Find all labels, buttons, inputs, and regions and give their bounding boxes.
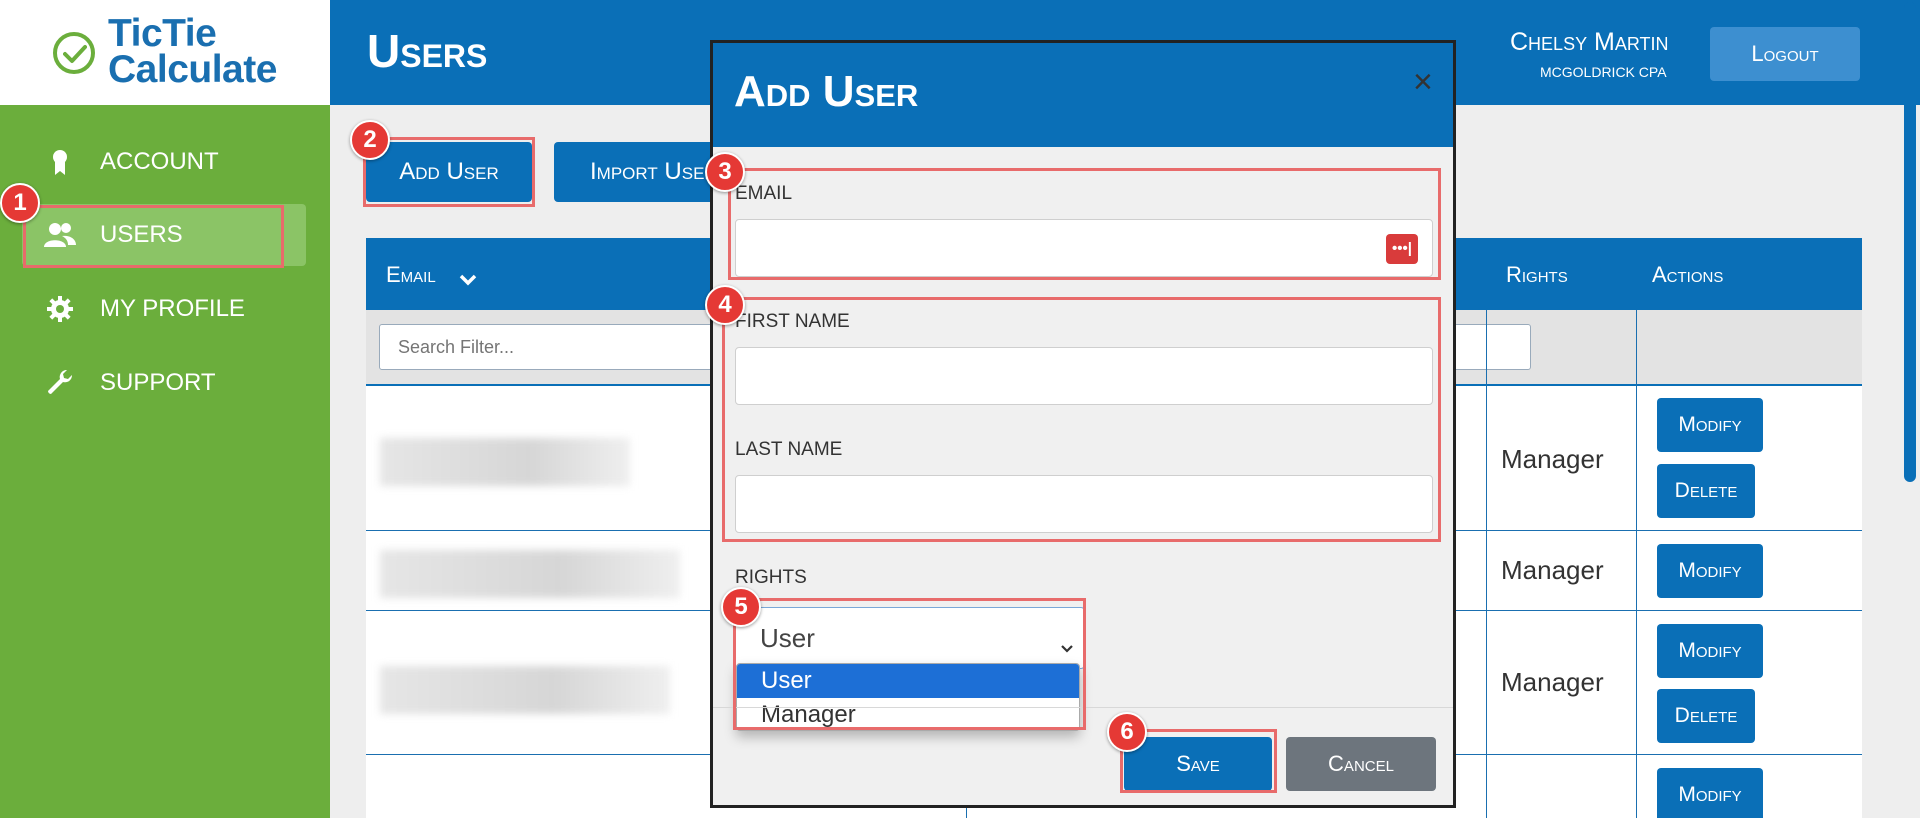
divider (713, 707, 1453, 708)
rights-cell: Manager (1501, 667, 1604, 697)
email-cell-redacted (380, 438, 630, 486)
rights-cell: Manager (1501, 555, 1604, 585)
divider (1636, 310, 1637, 818)
email-cell-redacted (380, 550, 680, 598)
email-label: EMAIL (735, 183, 793, 204)
close-icon[interactable]: × (1413, 63, 1433, 102)
chevron-down-icon (1060, 630, 1074, 661)
column-header-actions: Actions (1652, 262, 1724, 287)
ribbon-icon (44, 148, 76, 176)
user-name: Chelsy Martin (1510, 28, 1669, 56)
sidebar-item-label: USERS (100, 221, 183, 248)
logout-button[interactable]: Logout (1710, 27, 1860, 81)
rights-select[interactable]: User (735, 607, 1085, 669)
user-org: McGoldrick CPA (1540, 64, 1667, 80)
sidebar-item-label: MY PROFILE (100, 295, 245, 322)
rights-option-user[interactable]: User (737, 664, 1079, 698)
step-badge: 1 (0, 183, 40, 223)
sidebar-item-label: SUPPORT (100, 369, 216, 396)
last-name-label: LAST NAME (735, 439, 843, 460)
step-badge: 6 (1107, 712, 1147, 752)
step-badge: 5 (721, 587, 761, 627)
page-title: Users (367, 25, 488, 77)
sidebar-item-label: ACCOUNT (100, 148, 219, 175)
step-badge: 2 (350, 120, 390, 160)
password-manager-icon[interactable]: •••| (1386, 234, 1418, 264)
logo-text: TicTie Calculate (108, 12, 277, 91)
add-user-modal: Add User × EMAIL •••| FIRST NAME LAST NA… (710, 40, 1456, 808)
rights-dropdown: User Manager (736, 663, 1080, 731)
column-header-email[interactable]: Email (386, 262, 436, 288)
logo-line1: TicTie (108, 12, 217, 55)
sidebar-item-support[interactable]: SUPPORT (22, 352, 306, 414)
cancel-button[interactable]: Cancel (1286, 737, 1436, 791)
rights-label: RIGHTS (735, 567, 807, 588)
logo-line2: Calculate (108, 48, 277, 91)
save-button[interactable]: Save (1124, 737, 1272, 791)
rights-option-manager[interactable]: Manager (737, 698, 1079, 730)
modify-button[interactable]: Modify (1657, 624, 1763, 678)
column-header-label: Email (386, 262, 436, 287)
sidebar: TicTie Calculate ACCOUNT USERS MY PROFIL… (0, 0, 330, 818)
sidebar-item-users[interactable]: USERS (22, 204, 306, 266)
sidebar-item-my-profile[interactable]: MY PROFILE (22, 278, 306, 340)
first-name-label: FIRST NAME (735, 311, 850, 332)
delete-button[interactable]: Delete (1657, 689, 1755, 743)
modal-title: Add User (734, 67, 919, 116)
sidebar-item-account[interactable]: ACCOUNT (22, 131, 306, 193)
email-cell-redacted (380, 666, 670, 714)
email-field[interactable]: •••| (735, 219, 1433, 277)
wrench-icon (44, 369, 76, 397)
step-badge: 4 (705, 285, 745, 325)
add-user-button[interactable]: Add User (366, 142, 532, 202)
rights-cell: Manager (1501, 444, 1604, 474)
modify-button[interactable]: Modify (1657, 544, 1763, 598)
rights-selected-value: User (760, 622, 815, 653)
checkmark-logo-icon (53, 32, 95, 74)
last-name-field[interactable] (735, 475, 1433, 533)
scrollbar[interactable] (1904, 2, 1916, 482)
first-name-field[interactable] (735, 347, 1433, 405)
modify-button[interactable]: Modify (1657, 398, 1763, 452)
modify-button[interactable]: Modify (1657, 768, 1763, 818)
divider (1486, 310, 1487, 818)
users-icon (44, 221, 76, 249)
delete-button[interactable]: Delete (1657, 464, 1755, 518)
modal-header: Add User × (713, 43, 1453, 147)
column-header-rights[interactable]: Rights (1506, 262, 1568, 288)
chevron-down-icon[interactable] (459, 266, 477, 292)
gear-icon (44, 295, 76, 323)
step-badge: 3 (705, 152, 745, 192)
logo: TicTie Calculate (0, 0, 330, 105)
